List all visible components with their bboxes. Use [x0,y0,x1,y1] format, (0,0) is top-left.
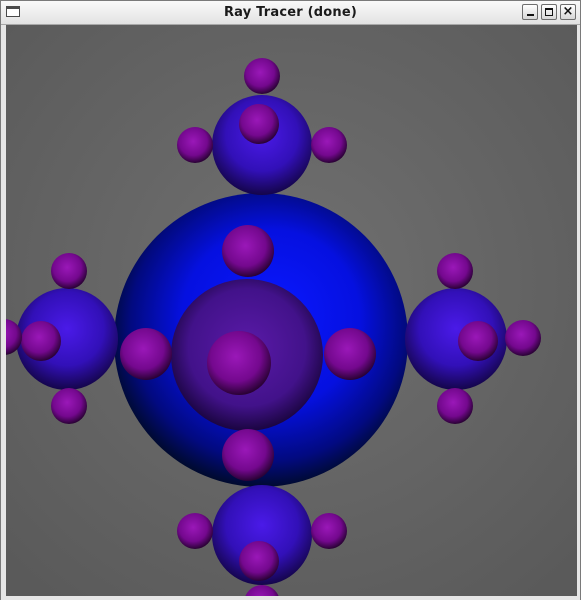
small-sphere [177,513,213,549]
small-sphere [244,58,280,94]
app-window: Ray Tracer (done) × [0,0,581,600]
small-sphere [239,541,279,581]
render-canvas [6,25,577,596]
minimize-icon [527,14,534,16]
window-title: Ray Tracer (done) [223,5,358,20]
small-sphere [51,253,87,289]
small-sphere [177,127,213,163]
small-sphere [505,320,541,356]
title-bar[interactable]: Ray Tracer (done) × [1,1,580,25]
small-sphere [222,225,274,277]
small-sphere [120,328,172,380]
small-sphere [458,321,498,361]
minimize-button[interactable] [522,4,538,20]
maximize-icon [545,8,553,16]
window-bottom-frame [1,596,580,600]
small-sphere [437,253,473,289]
small-sphere [311,513,347,549]
maximize-button[interactable] [541,4,557,20]
small-sphere [239,104,279,144]
window-controls: × [522,4,576,20]
small-sphere [21,321,61,361]
render-image [6,25,577,596]
small-sphere [324,328,376,380]
small-sphere [51,388,87,424]
close-button[interactable]: × [560,4,576,20]
small-sphere [222,429,274,481]
small-sphere [311,127,347,163]
close-icon: × [562,4,574,19]
small-sphere [437,388,473,424]
central-core-sphere [207,331,271,395]
